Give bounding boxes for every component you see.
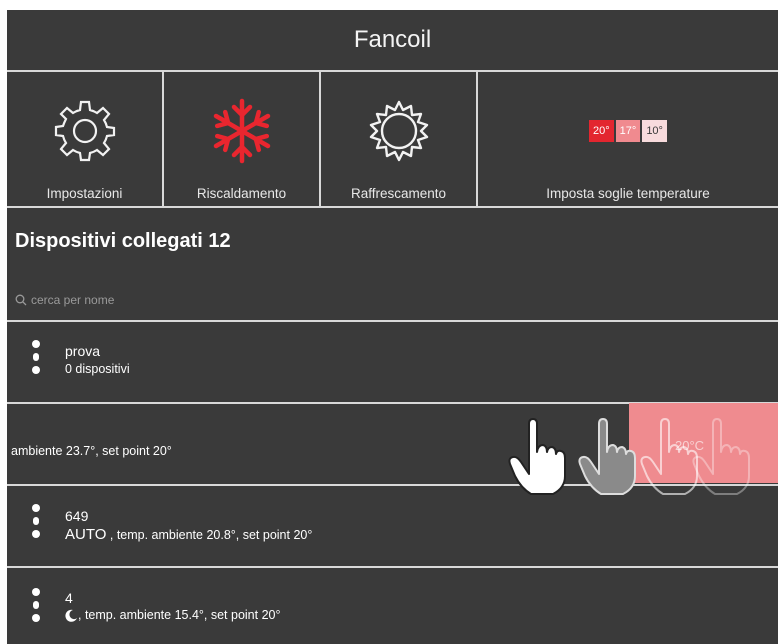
temperature-chip: 10° [642, 120, 667, 142]
list-item[interactable]: 4 , temp. ambiente 15.4°, set point 20° [7, 568, 778, 644]
tile-label: Imposta soglie temperature [546, 186, 710, 201]
swipe-hand-icon [578, 418, 636, 495]
device-detail: , temp. ambiente 20.8°, set point 20° [106, 528, 313, 542]
tile-impostazioni[interactable]: Impostazioni [7, 72, 162, 206]
temperature-chip: 17° [615, 120, 641, 142]
tile-label: Riscaldamento [196, 186, 287, 201]
list-item[interactable]: 649 AUTO , temp. ambiente 20.8°, set poi… [7, 486, 778, 566]
mode-label: AUTO [65, 526, 107, 543]
more-menu-icon[interactable] [31, 340, 41, 374]
tile-label: Raffrescamento [350, 186, 447, 201]
device-name: 649 [65, 508, 89, 524]
moon-icon [65, 609, 77, 622]
search-input[interactable]: cerca per nome [31, 293, 114, 307]
fancoil-app: Fancoil Impostazioni Riscaldamento Raffr… [7, 10, 778, 644]
device-name: prova [65, 343, 101, 359]
tile-raffrescamento[interactable]: Raffrescamento [321, 72, 476, 206]
gear-icon [52, 96, 118, 166]
more-menu-icon[interactable] [31, 588, 41, 622]
more-menu-icon[interactable] [31, 504, 41, 538]
search-icon [15, 294, 27, 306]
device-detail: ambiente 23.7°, set point 20° [11, 444, 172, 458]
devices-title: Dispositivi collegati 12 [15, 230, 231, 252]
page-title: Fancoil [353, 26, 432, 53]
list-item[interactable]: prova 0 dispositivi [7, 322, 778, 402]
tile-riscaldamento[interactable]: Riscaldamento [164, 72, 319, 206]
device-detail: 0 dispositivi [65, 362, 130, 376]
device-name: 4 [65, 590, 73, 606]
search-field[interactable]: cerca per nome [15, 290, 315, 310]
tile-imposta-soglie[interactable]: 20° 17° 10° Imposta soglie temperature [478, 72, 778, 206]
snowflake-icon [208, 96, 276, 166]
divider [7, 206, 778, 208]
device-detail: , temp. ambiente 15.4°, set point 20° [78, 608, 281, 622]
sun-icon [366, 96, 432, 166]
tile-label: Impostazioni [46, 186, 123, 201]
swipe-hand-icon [508, 418, 566, 495]
temperature-chips: 20° 17° 10° [589, 96, 667, 166]
temperature-chip: 20° [589, 120, 614, 142]
swipe-hand-icon [692, 418, 750, 495]
